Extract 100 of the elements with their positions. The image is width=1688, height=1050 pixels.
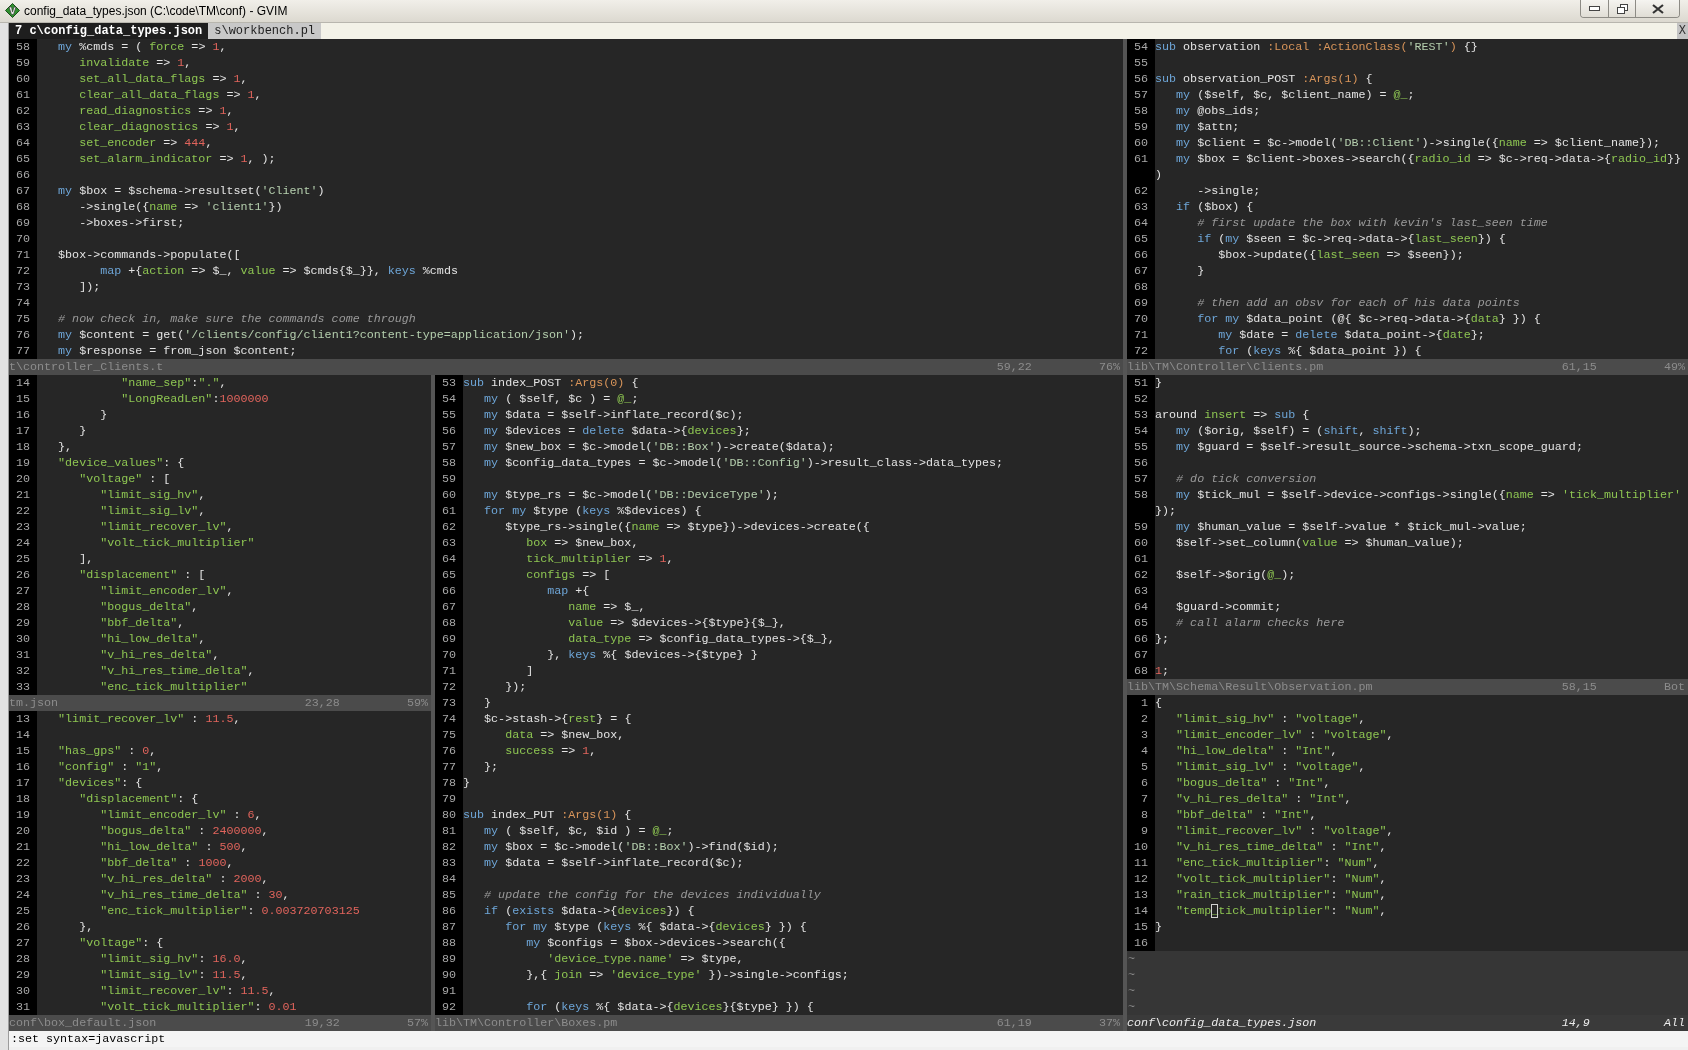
line-number: 67: [1133, 647, 1150, 663]
code-line: value => $devices->{$type}{$_},: [567, 615, 786, 631]
maximize-button[interactable]: [1608, 0, 1635, 17]
code-line: if (exists $data->{devices}) {: [483, 903, 695, 919]
code-line: }: [483, 695, 492, 711]
code-line: "limit_sig_lv",: [99, 503, 206, 519]
code-line: my $box = $client->boxes->search({radio_id => $c->req->data->{radio_id}}: [1175, 151, 1682, 167]
line-number: 21: [15, 487, 32, 503]
code-line: $c->stash->{rest} = {: [483, 711, 632, 727]
code-line: "limit_sig_hv" : "voltage",: [1175, 711, 1366, 727]
line-number: 63: [1133, 583, 1150, 599]
line-number: 91: [441, 983, 458, 999]
line-number: 65: [1133, 231, 1150, 247]
cursor-position: 58,15: [1561, 679, 1597, 695]
code-line: configs => [: [525, 567, 611, 583]
code-line: });: [1155, 503, 1177, 519]
file-name: conf\config_data_types.json: [1127, 1015, 1318, 1031]
code-line: "limit_recover_lv",: [99, 519, 234, 535]
line-number: 61: [15, 87, 32, 103]
code-line: sub observation_POST :Args(1) {: [1155, 71, 1373, 87]
line-number: 62: [441, 519, 458, 535]
code-line: invalidate => 1,: [78, 55, 192, 71]
tab[interactable]: 7 c\config_data_types.json: [9, 23, 209, 39]
line-number: 71: [15, 247, 32, 263]
line-number: 23: [15, 871, 32, 887]
line-number: 25: [15, 551, 32, 567]
tab[interactable]: s\workbench.pl: [208, 23, 322, 39]
code-line: ->single;: [1196, 183, 1261, 199]
line-number: 11: [1133, 855, 1150, 871]
line-number: 63: [15, 119, 32, 135]
line-number: 65: [441, 567, 458, 583]
line-number: 7: [1140, 791, 1150, 807]
code-line: around insert => sub {: [1155, 407, 1310, 423]
line-number: 58: [1133, 103, 1150, 119]
minimize-button[interactable]: [1581, 0, 1608, 17]
line-number: 63: [1133, 199, 1150, 215]
line-number: 55: [1133, 439, 1150, 455]
code-line: "name_sep":".",: [120, 375, 227, 391]
code-line: 1;: [1155, 663, 1170, 679]
code-line: ->single({name => 'client1'}): [78, 199, 283, 215]
line-number: 14: [15, 727, 32, 743]
line-number: 58: [15, 39, 32, 55]
code-line: data_type => $config_data_types->{$_},: [567, 631, 835, 647]
line-number: 68: [441, 615, 458, 631]
line-number: 60: [1133, 535, 1150, 551]
code-line: "limit_sig_lv" : "voltage",: [1175, 759, 1366, 775]
line-number: 14: [15, 375, 32, 391]
line-number: 79: [441, 791, 458, 807]
code-line: if ($box) {: [1175, 199, 1254, 215]
line-number: 57: [1133, 87, 1150, 103]
code-line: }: [1155, 919, 1163, 935]
line-number: 67: [441, 599, 458, 615]
line-number: 30: [15, 983, 32, 999]
code-line: }: [99, 407, 108, 423]
line-number: 61: [1133, 151, 1150, 167]
line-number: 27: [15, 583, 32, 599]
line-number: 20: [15, 823, 32, 839]
code-line: for my $type (keys %{ $data->{devices} }) {: [504, 919, 807, 935]
close-tab-button[interactable]: X: [1676, 23, 1688, 39]
cursor-position: 61,19: [996, 1015, 1032, 1031]
code-line: my ($orig, $self) = (shift, shift);: [1175, 423, 1422, 439]
line-number: 18: [15, 791, 32, 807]
line-number: 54: [441, 391, 458, 407]
line-number: 70: [15, 231, 32, 247]
code-line: "bbf_delta" : "Int",: [1175, 807, 1317, 823]
line-number: 65: [1133, 615, 1150, 631]
code-line: "v_hi_res_time_delta" : "Int",: [1175, 839, 1387, 855]
code-line: });: [504, 679, 527, 695]
code-line: for (keys %{ $data->{devices}{$type} }) {: [525, 999, 814, 1015]
line-number: 75: [441, 727, 458, 743]
line-number: 51: [1133, 375, 1150, 391]
line-number: 52: [1133, 391, 1150, 407]
line-number: 86: [441, 903, 458, 919]
line-number: 31: [15, 999, 32, 1015]
line-number: 19: [15, 455, 32, 471]
code-line: map +{: [546, 583, 590, 599]
minimize-icon: [1589, 6, 1600, 11]
scroll-position: 49%: [1663, 359, 1685, 375]
line-number: 13: [1133, 887, 1150, 903]
scroll-position: 57%: [406, 1015, 428, 1031]
line-number: 73: [15, 279, 32, 295]
code-line: };: [1155, 631, 1170, 647]
cursor-position: 19,32: [304, 1015, 340, 1031]
code-line: my $data = $self->inflate_record($c);: [483, 855, 744, 871]
line-number: 5: [1140, 759, 1150, 775]
line-number: 72: [1133, 343, 1150, 359]
code-line: "limit_sig_hv": 16.0,: [99, 951, 248, 967]
file-name: t\controller_Clients.t: [9, 359, 165, 375]
code-line: };: [483, 759, 499, 775]
code-line: "volt_tick_multiplier": [99, 535, 255, 551]
line-number: 13: [15, 711, 32, 727]
line-number: 26: [15, 567, 32, 583]
scroll-position: 59%: [406, 695, 428, 711]
line-number: 69: [1133, 295, 1150, 311]
close-button[interactable]: [1635, 0, 1679, 17]
line-number: 62: [1133, 567, 1150, 583]
line-number: 59: [441, 471, 458, 487]
line-number: 59: [1133, 119, 1150, 135]
code-line: "limit_recover_lv" : "voltage",: [1175, 823, 1394, 839]
line-number: 17: [15, 775, 32, 791]
